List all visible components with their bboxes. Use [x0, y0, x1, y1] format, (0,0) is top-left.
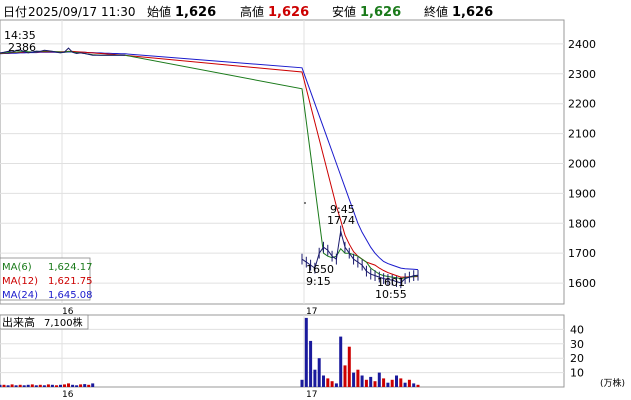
low1-time-annotation: 9:15: [306, 275, 331, 288]
legend-ma12: MA(12) 1,621.75: [2, 276, 93, 287]
volume-bar: [71, 384, 75, 387]
volume-bar: [322, 375, 325, 387]
volume-bar: [334, 383, 338, 387]
period-label: 日付: [3, 5, 27, 19]
price-tick-label-2100: 2100: [568, 128, 596, 141]
volume-bar: [91, 383, 95, 387]
price-tick-label-2400: 2400: [568, 38, 596, 51]
volume-tick-label-10: 10: [570, 367, 584, 380]
legend-ma6: MA(6) 1,624.17: [2, 262, 93, 273]
volume-bar: [2, 384, 6, 387]
volume-bar: [304, 317, 308, 387]
high-label: 高値: [240, 4, 264, 19]
price-tick-label-1800: 1800: [568, 217, 596, 230]
volume-bar: [55, 385, 58, 387]
low-value: 1,626: [360, 5, 401, 20]
datetime: 2025/09/17 11:30: [28, 5, 136, 19]
volume-x-tick-17: 17: [306, 390, 317, 400]
stock-chart: 日付 2025/09/17 11:30 始値 1,626 高値 1,626 安値…: [0, 4, 625, 400]
price-tick-label-1700: 1700: [568, 247, 596, 260]
volume-bar: [38, 384, 42, 387]
legend-ma6-value: 1,624.17: [48, 262, 93, 273]
price-tick-label-1900: 1900: [568, 187, 596, 200]
volume-bar: [352, 372, 356, 387]
low-label: 安値: [332, 4, 356, 19]
price-tick-label-2300: 2300: [568, 68, 596, 81]
legend-ma24-label: MA(24): [2, 290, 38, 301]
volume-bar: [63, 384, 66, 387]
volume-bar: [386, 382, 390, 387]
volume-bar: [382, 378, 386, 387]
volume-bar: [369, 376, 373, 387]
price-tick-label-2000: 2000: [568, 157, 596, 170]
volume-bar: [356, 369, 360, 387]
volume-bar: [390, 379, 394, 387]
volume-bar: [330, 381, 334, 387]
volume-bar: [34, 385, 38, 387]
low2-time-annotation: 10:55: [375, 288, 407, 301]
volume-bar: [412, 383, 416, 387]
high-value: 1,626: [268, 5, 309, 20]
volume-bar: [313, 369, 317, 387]
volume-bar: [22, 385, 26, 387]
volume-bar: [300, 379, 304, 387]
volume-bar: [343, 365, 347, 387]
price-tick-label-2200: 2200: [568, 98, 596, 111]
open-value: 1,626: [175, 5, 216, 20]
volume-bar: [407, 379, 411, 387]
volume-bar: [26, 384, 30, 387]
volume-bar: [326, 378, 330, 387]
volume-bar: [67, 383, 70, 387]
high-price-annotation: 2386: [8, 41, 36, 54]
volume-bar: [87, 384, 91, 387]
close-value: 1,626: [452, 5, 493, 20]
volume-bar: [416, 384, 420, 387]
volume-label: 出来高: [2, 315, 35, 329]
volume-bar: [46, 384, 50, 387]
volume-bar: [309, 340, 313, 387]
price-axis: 1600 1700 1800 1900 2000 2100 2200 2300 2400: [568, 38, 596, 290]
open-label: 始値: [147, 4, 171, 19]
legend-ma24: MA(24) 1,645.08: [2, 290, 93, 301]
volume-bar: [0, 384, 2, 387]
volume-bar: [360, 375, 364, 387]
volume-bar: [403, 382, 407, 387]
price-tick-label-1600: 1600: [568, 277, 596, 290]
volume-bar: [18, 384, 22, 387]
volume-unit: (万株): [600, 377, 625, 389]
volume-bar: [317, 358, 321, 387]
volume-tick-label-20: 20: [570, 352, 584, 365]
volume-bar: [339, 336, 343, 387]
volume-bar: [42, 385, 46, 387]
volume-bar: [30, 384, 34, 387]
volume-bar: [50, 384, 54, 387]
volume-tick-label-40: 40: [570, 323, 584, 336]
close-label: 終値: [424, 4, 448, 19]
volume-bar: [395, 375, 398, 387]
volume-value: 7,100株: [44, 316, 83, 329]
ma-legend: MA(6) 1,624.17 MA(12) 1,621.75 MA(24) 1,…: [0, 257, 93, 301]
header: 日付 2025/09/17 11:30 始値 1,626 高値 1,626 安値…: [3, 4, 493, 20]
volume-x-tick-16: 16: [62, 390, 74, 400]
volume-bar: [6, 385, 10, 387]
volume-bar: [10, 384, 14, 387]
volume-bar: [83, 384, 87, 387]
volume-bar: [377, 372, 381, 387]
legend-ma6-label: MA(6): [2, 262, 32, 273]
mid-price-annotation: 1774: [327, 214, 355, 227]
volume-bar: [364, 379, 368, 387]
volume-axis: 10 2030 40: [570, 323, 584, 379]
volume-pane: 10 2030 40 出来高 7,100株 (万株): [0, 314, 625, 389]
volume-bar: [347, 346, 351, 387]
legend-ma12-label: MA(12): [2, 276, 38, 287]
volume-bar: [59, 384, 62, 387]
volume-bar: [14, 385, 18, 387]
volume-bar: [399, 378, 403, 387]
volume-bar: [373, 381, 377, 387]
volume-bar: [79, 384, 83, 387]
volume-bar: [75, 385, 79, 387]
legend-ma24-value: 1,645.08: [48, 290, 93, 301]
volume-tick-label-30: 30: [570, 338, 584, 351]
legend-ma12-value: 1,621.75: [48, 276, 93, 287]
